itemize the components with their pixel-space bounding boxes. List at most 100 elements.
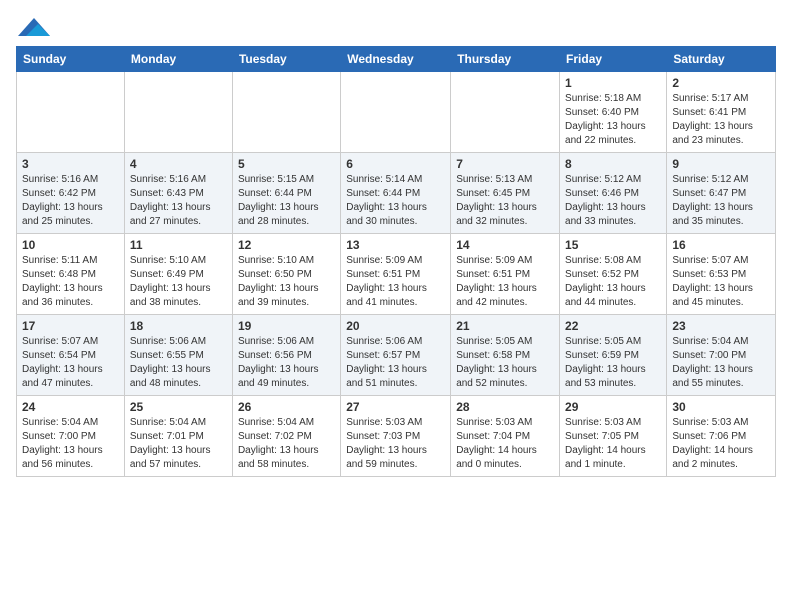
day-number: 8 <box>565 157 661 171</box>
day-number: 5 <box>238 157 335 171</box>
calendar-cell: 4 Sunrise: 5:16 AM Sunset: 6:43 PM Daylig… <box>124 153 232 234</box>
day-number: 29 <box>565 400 661 414</box>
day-detail: Sunrise: 5:05 AM Sunset: 6:58 PM Dayligh… <box>456 335 554 391</box>
calendar-cell: 6 Sunrise: 5:14 AM Sunset: 6:44 PM Daylig… <box>341 153 451 234</box>
day-number: 11 <box>130 238 227 252</box>
calendar-week-row: 24 Sunrise: 5:04 AM Sunset: 7:00 PM Dayli… <box>17 396 776 477</box>
calendar-cell: 18Sunrise: 5:06 AM Sunset: 6:55 PM Dayli… <box>124 315 232 396</box>
calendar-cell: 9 Sunrise: 5:12 AM Sunset: 6:47 PM Daylig… <box>667 153 776 234</box>
day-detail: Sunrise: 5:10 AM Sunset: 6:49 PM Dayligh… <box>130 254 227 310</box>
day-number: 23 <box>672 319 770 333</box>
day-detail: Sunrise: 5:11 AM Sunset: 6:48 PM Dayligh… <box>22 254 119 310</box>
day-detail: Sunrise: 5:06 AM Sunset: 6:57 PM Dayligh… <box>346 335 445 391</box>
calendar-header-friday: Friday <box>560 47 667 72</box>
calendar-cell: 26 Sunrise: 5:04 AM Sunset: 7:02 PM Dayli… <box>232 396 340 477</box>
calendar-cell: 2 Sunrise: 5:17 AM Sunset: 6:41 PM Daylig… <box>667 72 776 153</box>
calendar: SundayMondayTuesdayWednesdayThursdayFrid… <box>16 46 776 477</box>
calendar-cell: 10 Sunrise: 5:11 AM Sunset: 6:48 PM Dayli… <box>17 234 125 315</box>
calendar-week-row: 17 Sunrise: 5:07 AM Sunset: 6:54 PM Dayli… <box>17 315 776 396</box>
day-number: 17 <box>22 319 119 333</box>
calendar-header-wednesday: Wednesday <box>341 47 451 72</box>
day-number: 4 <box>130 157 227 171</box>
calendar-cell: 14Sunrise: 5:09 AM Sunset: 6:51 PM Dayli… <box>451 234 560 315</box>
day-detail: Sunrise: 5:15 AM Sunset: 6:44 PM Dayligh… <box>238 173 335 229</box>
day-number: 2 <box>672 76 770 90</box>
calendar-week-row: 1 Sunrise: 5:18 AM Sunset: 6:40 PM Daylig… <box>17 72 776 153</box>
calendar-cell: 11 Sunrise: 5:10 AM Sunset: 6:49 PM Dayli… <box>124 234 232 315</box>
day-detail: Sunrise: 5:06 AM Sunset: 6:56 PM Dayligh… <box>238 335 335 391</box>
logo-icon <box>16 16 52 38</box>
day-number: 30 <box>672 400 770 414</box>
day-number: 24 <box>22 400 119 414</box>
day-detail: Sunrise: 5:08 AM Sunset: 6:52 PM Dayligh… <box>565 254 661 310</box>
day-number: 21 <box>456 319 554 333</box>
calendar-cell: 16Sunrise: 5:07 AM Sunset: 6:53 PM Dayli… <box>667 234 776 315</box>
calendar-cell: 27 Sunrise: 5:03 AM Sunset: 7:03 PM Dayli… <box>341 396 451 477</box>
calendar-cell: 21 Sunrise: 5:05 AM Sunset: 6:58 PM Dayli… <box>451 315 560 396</box>
calendar-cell: 28 Sunrise: 5:03 AM Sunset: 7:04 PM Dayli… <box>451 396 560 477</box>
day-number: 7 <box>456 157 554 171</box>
calendar-week-row: 3 Sunrise: 5:16 AM Sunset: 6:42 PM Daylig… <box>17 153 776 234</box>
calendar-cell: 1 Sunrise: 5:18 AM Sunset: 6:40 PM Daylig… <box>560 72 667 153</box>
day-number: 19 <box>238 319 335 333</box>
calendar-cell: 24 Sunrise: 5:04 AM Sunset: 7:00 PM Dayli… <box>17 396 125 477</box>
calendar-cell: 20 Sunrise: 5:06 AM Sunset: 6:57 PM Dayli… <box>341 315 451 396</box>
day-detail: Sunrise: 5:17 AM Sunset: 6:41 PM Dayligh… <box>672 92 770 148</box>
calendar-week-row: 10 Sunrise: 5:11 AM Sunset: 6:48 PM Dayli… <box>17 234 776 315</box>
calendar-cell <box>124 72 232 153</box>
calendar-cell: 15 Sunrise: 5:08 AM Sunset: 6:52 PM Dayli… <box>560 234 667 315</box>
day-detail: Sunrise: 5:07 AM Sunset: 6:54 PM Dayligh… <box>22 335 119 391</box>
calendar-cell <box>232 72 340 153</box>
calendar-cell: 7Sunrise: 5:13 AM Sunset: 6:45 PM Daylig… <box>451 153 560 234</box>
calendar-cell: 19 Sunrise: 5:06 AM Sunset: 6:56 PM Dayli… <box>232 315 340 396</box>
day-detail: Sunrise: 5:16 AM Sunset: 6:43 PM Dayligh… <box>130 173 227 229</box>
day-detail: Sunrise: 5:04 AM Sunset: 7:01 PM Dayligh… <box>130 416 227 472</box>
calendar-cell <box>451 72 560 153</box>
day-detail: Sunrise: 5:03 AM Sunset: 7:03 PM Dayligh… <box>346 416 445 472</box>
day-detail: Sunrise: 5:05 AM Sunset: 6:59 PM Dayligh… <box>565 335 661 391</box>
day-detail: Sunrise: 5:07 AM Sunset: 6:53 PM Dayligh… <box>672 254 770 310</box>
calendar-cell: 13 Sunrise: 5:09 AM Sunset: 6:51 PM Dayli… <box>341 234 451 315</box>
calendar-cell: 22 Sunrise: 5:05 AM Sunset: 6:59 PM Dayli… <box>560 315 667 396</box>
day-detail: Sunrise: 5:03 AM Sunset: 7:06 PM Dayligh… <box>672 416 770 472</box>
calendar-cell <box>341 72 451 153</box>
day-detail: Sunrise: 5:10 AM Sunset: 6:50 PM Dayligh… <box>238 254 335 310</box>
day-detail: Sunrise: 5:16 AM Sunset: 6:42 PM Dayligh… <box>22 173 119 229</box>
calendar-cell: 3 Sunrise: 5:16 AM Sunset: 6:42 PM Daylig… <box>17 153 125 234</box>
day-detail: Sunrise: 5:04 AM Sunset: 7:02 PM Dayligh… <box>238 416 335 472</box>
calendar-cell: 30 Sunrise: 5:03 AM Sunset: 7:06 PM Dayli… <box>667 396 776 477</box>
day-detail: Sunrise: 5:09 AM Sunset: 6:51 PM Dayligh… <box>456 254 554 310</box>
day-detail: Sunrise: 5:04 AM Sunset: 7:00 PM Dayligh… <box>672 335 770 391</box>
day-number: 26 <box>238 400 335 414</box>
calendar-header-row: SundayMondayTuesdayWednesdayThursdayFrid… <box>17 47 776 72</box>
day-number: 28 <box>456 400 554 414</box>
calendar-header-thursday: Thursday <box>451 47 560 72</box>
calendar-cell: 25 Sunrise: 5:04 AM Sunset: 7:01 PM Dayli… <box>124 396 232 477</box>
day-number: 1 <box>565 76 661 90</box>
calendar-cell: 12Sunrise: 5:10 AM Sunset: 6:50 PM Dayli… <box>232 234 340 315</box>
calendar-cell: 5 Sunrise: 5:15 AM Sunset: 6:44 PM Daylig… <box>232 153 340 234</box>
calendar-cell: 23 Sunrise: 5:04 AM Sunset: 7:00 PM Dayli… <box>667 315 776 396</box>
day-number: 25 <box>130 400 227 414</box>
calendar-cell: 17 Sunrise: 5:07 AM Sunset: 6:54 PM Dayli… <box>17 315 125 396</box>
day-number: 6 <box>346 157 445 171</box>
day-detail: Sunrise: 5:12 AM Sunset: 6:46 PM Dayligh… <box>565 173 661 229</box>
day-number: 22 <box>565 319 661 333</box>
day-number: 15 <box>565 238 661 252</box>
day-number: 3 <box>22 157 119 171</box>
day-detail: Sunrise: 5:03 AM Sunset: 7:04 PM Dayligh… <box>456 416 554 472</box>
day-number: 20 <box>346 319 445 333</box>
calendar-header-sunday: Sunday <box>17 47 125 72</box>
logo <box>16 16 56 38</box>
day-detail: Sunrise: 5:06 AM Sunset: 6:55 PM Dayligh… <box>130 335 227 391</box>
calendar-header-tuesday: Tuesday <box>232 47 340 72</box>
day-number: 27 <box>346 400 445 414</box>
day-number: 9 <box>672 157 770 171</box>
day-detail: Sunrise: 5:14 AM Sunset: 6:44 PM Dayligh… <box>346 173 445 229</box>
day-detail: Sunrise: 5:04 AM Sunset: 7:00 PM Dayligh… <box>22 416 119 472</box>
day-detail: Sunrise: 5:09 AM Sunset: 6:51 PM Dayligh… <box>346 254 445 310</box>
day-detail: Sunrise: 5:18 AM Sunset: 6:40 PM Dayligh… <box>565 92 661 148</box>
day-detail: Sunrise: 5:12 AM Sunset: 6:47 PM Dayligh… <box>672 173 770 229</box>
day-number: 13 <box>346 238 445 252</box>
day-number: 10 <box>22 238 119 252</box>
